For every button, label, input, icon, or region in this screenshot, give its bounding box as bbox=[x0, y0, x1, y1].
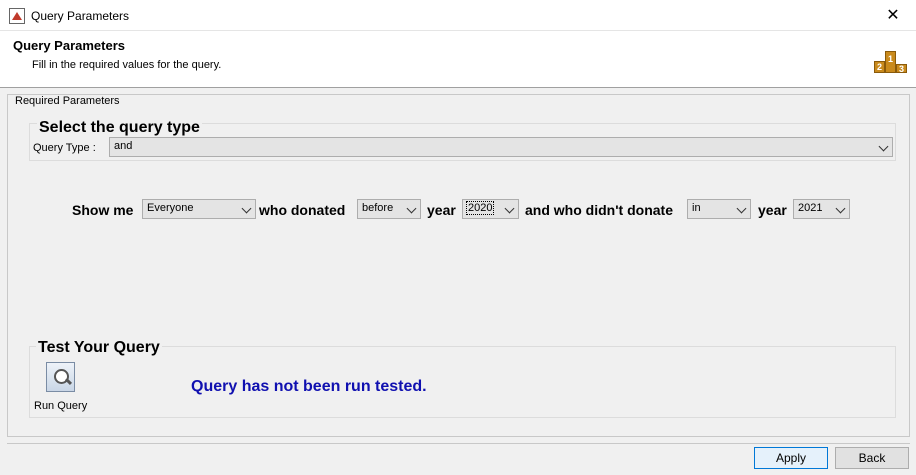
year-label-2: year bbox=[758, 202, 787, 218]
apply-button[interactable]: Apply bbox=[754, 447, 828, 469]
chevron-down-icon bbox=[406, 203, 417, 214]
who-donated-label: who donated bbox=[259, 202, 346, 218]
test-query-section: Test Your Query bbox=[29, 339, 896, 418]
run-query-button[interactable]: Run Query bbox=[34, 362, 90, 414]
year-label-1: year bbox=[427, 202, 456, 218]
required-parameters-legend: Required Parameters bbox=[13, 95, 122, 107]
chevron-down-icon bbox=[736, 203, 747, 214]
query-type-heading: Select the query type bbox=[37, 119, 202, 137]
podium-second-place: 2 bbox=[874, 61, 885, 73]
java-app-icon bbox=[9, 8, 25, 24]
podium-icon: 2 1 3 bbox=[874, 51, 907, 74]
close-icon[interactable]: ✕ bbox=[870, 0, 916, 31]
footer-divider bbox=[7, 443, 910, 444]
dialog-header: Query Parameters Fill in the required va… bbox=[0, 31, 916, 88]
query-type-select[interactable]: and bbox=[109, 137, 893, 157]
chevron-down-icon bbox=[878, 141, 889, 152]
title-bar: Query Parameters ✕ bbox=[0, 0, 916, 31]
back-button[interactable]: Back bbox=[835, 447, 909, 469]
query-type-value: and bbox=[114, 140, 133, 152]
podium-third-place: 3 bbox=[896, 64, 907, 74]
show-me-label: Show me bbox=[72, 202, 134, 218]
donated-year-value: 2020 bbox=[465, 201, 495, 215]
donated-time-select[interactable]: before bbox=[357, 199, 421, 219]
podium-first-place: 1 bbox=[885, 51, 896, 73]
header-subtitle: Fill in the required values for the quer… bbox=[32, 59, 222, 71]
magnifier-icon bbox=[46, 362, 75, 392]
query-test-status: Query has not been run tested. bbox=[191, 378, 427, 395]
header-title: Query Parameters bbox=[13, 38, 126, 53]
run-query-label: Run Query bbox=[34, 400, 88, 412]
not-donated-year-value: 2021 bbox=[798, 202, 823, 214]
chevron-down-icon bbox=[835, 203, 846, 214]
test-query-heading: Test Your Query bbox=[36, 339, 162, 357]
donated-time-value: before bbox=[362, 202, 394, 214]
not-donated-time-value: in bbox=[692, 202, 701, 214]
chevron-down-icon bbox=[504, 203, 515, 214]
who-select[interactable]: Everyone bbox=[142, 199, 256, 219]
didnt-donate-label: and who didn't donate bbox=[525, 202, 673, 218]
window-title: Query Parameters bbox=[31, 9, 130, 23]
who-select-value: Everyone bbox=[147, 202, 194, 214]
query-type-label: Query Type : bbox=[33, 142, 96, 154]
not-donated-year-select[interactable]: 2021 bbox=[793, 199, 850, 219]
not-donated-time-select[interactable]: in bbox=[687, 199, 751, 219]
chevron-down-icon bbox=[241, 203, 252, 214]
donated-year-select[interactable]: 2020 bbox=[462, 199, 519, 219]
